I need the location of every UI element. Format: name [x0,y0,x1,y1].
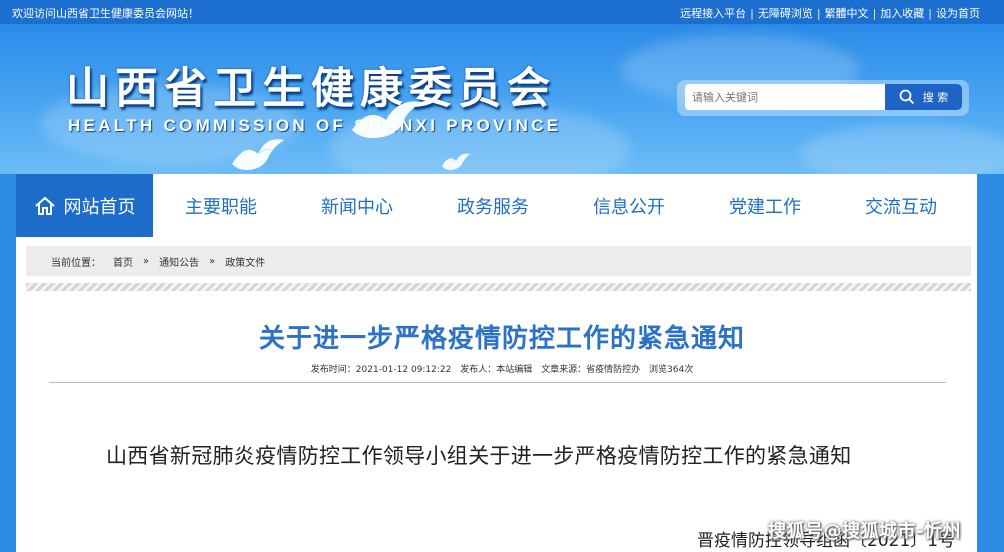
article-meta: 发布时间：2021-01-12 09:12:22 发布人：本站编辑 文章来源：省… [0,362,1004,375]
publisher: 发布人：本站编辑 [460,365,533,375]
site-subtitle: HEALTH COMMISSION OF SHANXI PROVINCE [68,116,562,135]
set-homepage-link[interactable]: 设为首页 [936,5,980,21]
breadcrumb-arrow: » [143,255,150,267]
nav-item-label: 新闻中心 [321,196,393,218]
watermark: 搜狐号@搜狐城市-忻州 [768,521,961,542]
search-button-label: 搜 索 [922,91,949,104]
top-links: 远程接入平台 | 无障碍浏览 | 繁體中文 | 加入收藏 | 设为首页 [680,5,980,21]
search-icon [899,89,914,105]
view-count: 浏览364次 [649,365,694,375]
nav-item-label: 主要职能 [185,196,257,218]
dove-icon [232,139,284,170]
nav-item-label: 政务服务 [457,196,529,218]
search-input[interactable] [685,84,885,110]
dove-icon [442,153,470,170]
breadcrumb-notices[interactable]: 通知公告 [159,254,199,269]
remote-access-link[interactable]: 远程接入平台 [680,5,746,21]
top-links-separator: | [872,6,877,20]
decorative-divider [26,283,971,291]
nav-item-label: 交流互动 [865,196,937,218]
add-favorite-link[interactable]: 加入收藏 [880,5,924,21]
top-bar: 欢迎访问山西省卫生健康委员会网站！ 远程接入平台 | 无障碍浏览 | 繁體中文 … [0,0,1004,24]
breadcrumb-home[interactable]: 首页 [113,254,133,269]
traditional-chinese-link[interactable]: 繁體中文 [825,5,869,21]
top-links-separator: | [750,6,754,20]
site-title: 山西省卫生健康委员会 [66,64,556,114]
dove-icon [352,101,422,138]
article-source: 文章来源：省疫情防控办 [541,365,641,375]
nav-item-functions[interactable]: 主要职能 [153,174,289,237]
breadcrumb-arrow: » [209,255,216,267]
nav-item-label: 信息公开 [593,196,665,218]
nav-item-disclosure[interactable]: 信息公开 [561,174,697,237]
publish-time: 发布时间：2021-01-12 09:12:22 [310,365,452,375]
accessibility-link[interactable]: 无障碍浏览 [758,5,813,21]
main-nav: 网站首页 主要职能 新闻中心 政务服务 信息公开 党建工作 交流互动 [16,174,977,237]
home-icon [34,196,55,215]
nav-item-news[interactable]: 新闻中心 [289,174,425,237]
top-links-separator: | [928,6,932,20]
nav-item-label: 党建工作 [729,196,801,218]
nav-item-party[interactable]: 党建工作 [697,174,833,237]
nav-item-interaction[interactable]: 交流互动 [833,174,969,237]
breadcrumb: 当前位置： 首页 » 通知公告 » 政策文件 [26,246,971,276]
title-divider [49,382,946,383]
nav-item-home[interactable]: 网站首页 [16,174,153,237]
search-button[interactable]: 搜 索 [885,84,962,110]
article-heading: 山西省新冠肺炎疫情防控工作领导小组关于进一步严格疫情防控工作的紧急通知 [106,444,852,468]
article-title: 关于进一步严格疫情防控工作的紧急通知 [258,324,745,354]
welcome-text: 欢迎访问山西省卫生健康委员会网站！ [12,7,199,20]
breadcrumb-prefix: 当前位置： [51,257,101,269]
nav-item-label: 网站首页 [63,196,136,218]
top-links-separator: | [816,6,821,20]
breadcrumb-policy[interactable]: 政策文件 [225,254,265,269]
nav-item-services[interactable]: 政务服务 [425,174,561,237]
